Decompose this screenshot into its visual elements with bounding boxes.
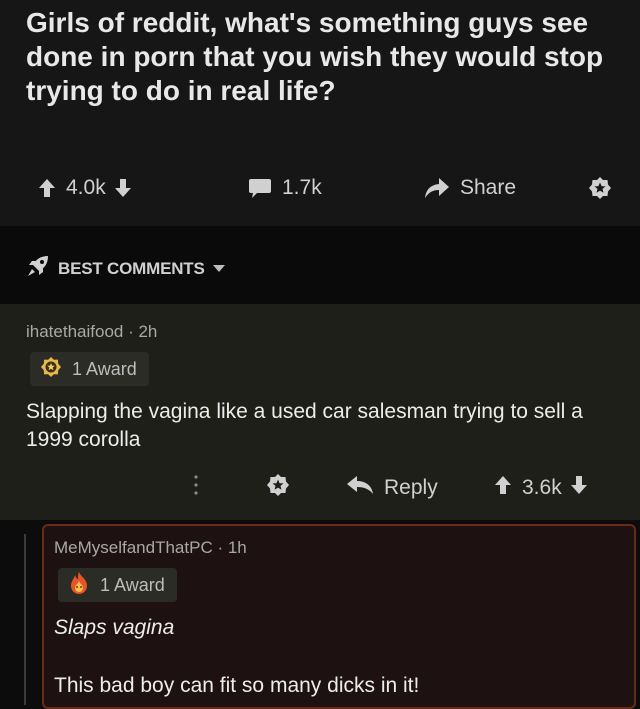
comment: ihatethaifood · 2h 1 Award Slapping the … bbox=[0, 304, 640, 520]
vertical-dots-icon bbox=[192, 474, 200, 502]
share-arrow-icon bbox=[424, 177, 450, 199]
share-button[interactable]: Share bbox=[424, 168, 516, 208]
award-icon bbox=[40, 356, 62, 383]
reply-label: Reply bbox=[384, 476, 438, 499]
post-action-bar: 4.0k 1.7k Share bbox=[0, 168, 640, 208]
post-score: 4.0k bbox=[66, 176, 106, 199]
rocket-icon bbox=[26, 254, 50, 283]
comment-body: Slapping the vagina like a used car sale… bbox=[26, 400, 583, 451]
sort-dropdown[interactable]: BEST COMMENTS bbox=[26, 254, 225, 283]
comment-body-line: Slaps vagina bbox=[54, 616, 175, 639]
share-label: Share bbox=[460, 176, 517, 199]
arrow-up-icon[interactable] bbox=[38, 178, 56, 198]
award-badge[interactable]: 1 Award bbox=[58, 568, 177, 602]
comment-sort-bar: BEST COMMENTS bbox=[0, 226, 640, 304]
sort-label: BEST COMMENTS bbox=[58, 258, 205, 278]
comment-action-bar: Reply 3.6k bbox=[0, 470, 640, 506]
reply-button[interactable]: Reply bbox=[346, 470, 438, 506]
award-badge[interactable]: 1 Award bbox=[30, 352, 149, 386]
comment-body-line: This bad boy can fit so many dicks in it… bbox=[54, 674, 420, 697]
comment-author-meta[interactable]: ihatethaifood · 2h bbox=[26, 322, 157, 342]
save-button[interactable] bbox=[588, 168, 612, 208]
comment-author-meta[interactable]: MeMyselfandThatPC · 1h bbox=[54, 538, 247, 558]
star-badge-icon bbox=[266, 473, 290, 503]
post-title[interactable]: Girls of reddit, what's something guys s… bbox=[26, 6, 626, 108]
chevron-down-icon bbox=[212, 260, 225, 278]
arrow-up-icon[interactable] bbox=[494, 475, 512, 501]
comment-save-button[interactable] bbox=[266, 470, 290, 506]
comment-count: 1.7k bbox=[282, 176, 322, 199]
comment-score: 3.6k bbox=[522, 476, 562, 499]
award-count: 1 Award bbox=[72, 358, 137, 379]
post-card: Girls of reddit, what's something guys s… bbox=[0, 0, 640, 226]
award-count: 1 Award bbox=[100, 574, 165, 595]
more-options-button[interactable] bbox=[192, 470, 200, 506]
arrow-down-icon[interactable] bbox=[114, 178, 132, 198]
fire-award-icon bbox=[68, 571, 90, 600]
arrow-down-icon[interactable] bbox=[570, 475, 588, 501]
thread-line[interactable] bbox=[24, 534, 26, 705]
comment-vote-group: 3.6k bbox=[494, 470, 588, 506]
star-badge-icon bbox=[588, 176, 612, 200]
post-vote-group: 4.0k bbox=[38, 168, 132, 208]
reply-comment: MeMyselfandThatPC · 1h 1 Award Slaps vag… bbox=[42, 524, 636, 709]
comments-button[interactable]: 1.7k bbox=[248, 168, 322, 208]
reply-arrow-icon bbox=[346, 475, 374, 501]
comment-bubble-icon bbox=[248, 177, 272, 199]
